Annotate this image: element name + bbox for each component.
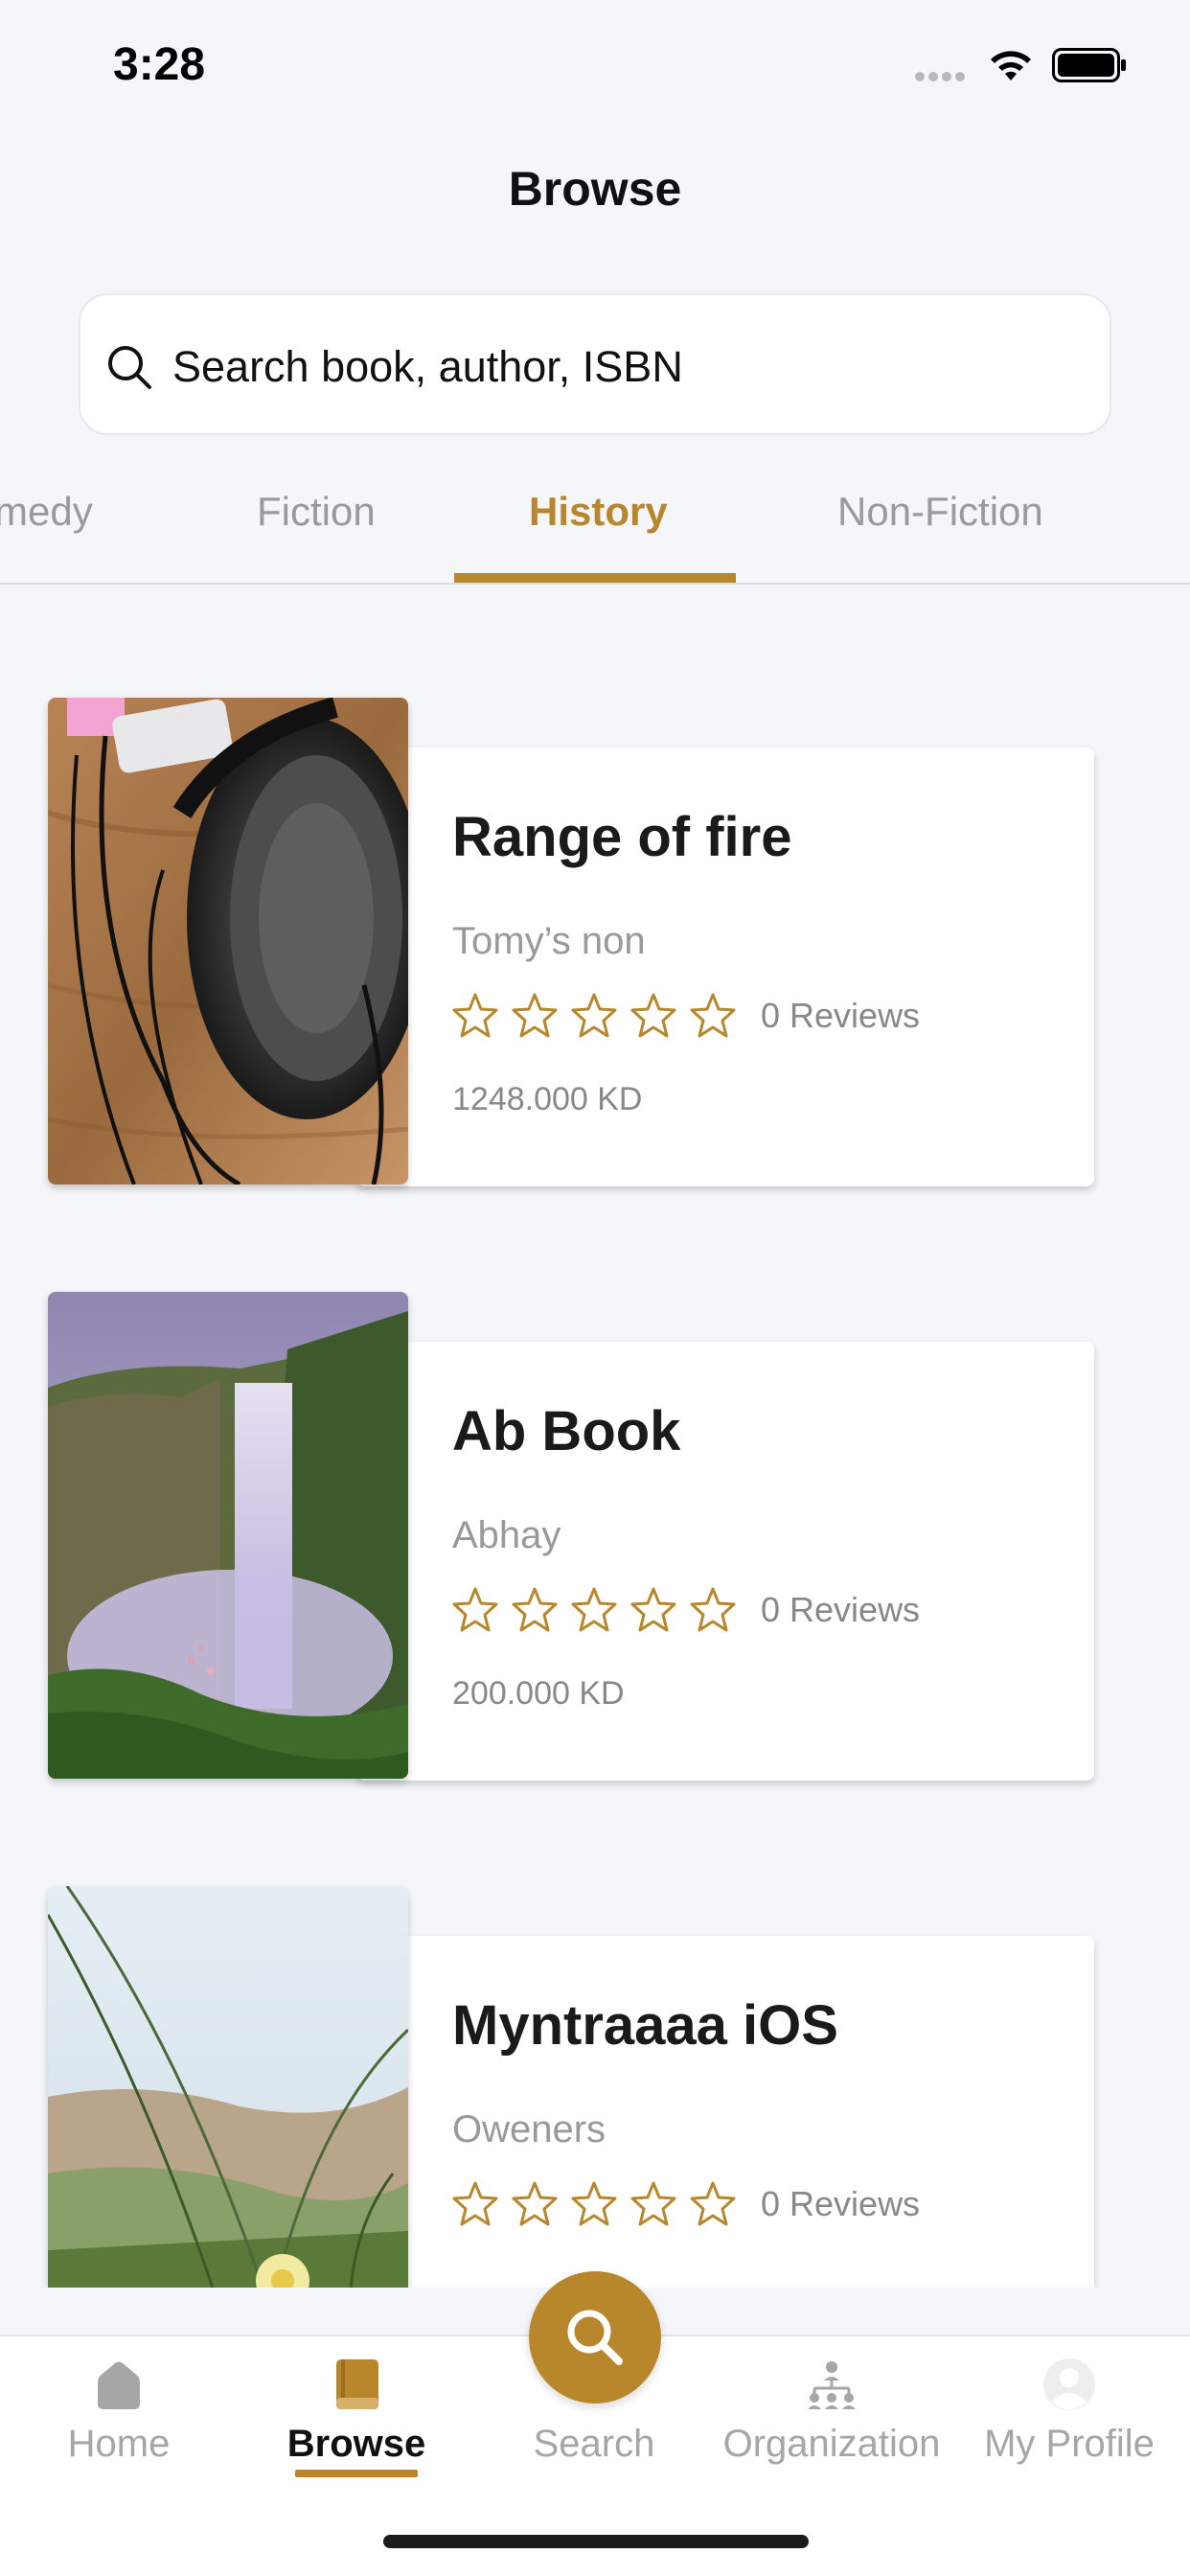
tab-non-fiction[interactable]: Non-Fiction	[837, 489, 1043, 535]
battery-icon	[1052, 48, 1126, 82]
status-bar: 3:28	[0, 0, 1190, 125]
search-fab-button[interactable]	[529, 2271, 661, 2404]
tab-history[interactable]: History	[529, 489, 668, 535]
organization-icon	[808, 2361, 856, 2409]
search-icon	[567, 2310, 623, 2365]
star-icon	[690, 1587, 736, 1632]
tab-browse-label: Browse	[286, 2423, 426, 2465]
book-author: Abhay	[452, 1514, 561, 1556]
star-icon	[690, 993, 736, 1038]
star-icon	[630, 2181, 676, 2226]
wifi-icon	[991, 51, 1031, 80]
tab-active-indicator	[454, 573, 736, 583]
search-icon	[108, 346, 151, 389]
star-icon	[452, 1587, 498, 1632]
tab-search-label: Search	[533, 2423, 655, 2465]
profile-icon	[1043, 2358, 1095, 2410]
book-author: Oweners	[452, 2108, 606, 2150]
tab-my-profile-label: My Profile	[984, 2423, 1155, 2465]
book-title: Range of fire	[452, 806, 792, 868]
reviews-count: 0 Reviews	[761, 1590, 921, 1629]
search-input[interactable]	[172, 334, 1073, 401]
book-cover-flower[interactable]	[48, 1886, 408, 2288]
tab-home[interactable]: Home	[4, 2356, 234, 2466]
star-icon	[512, 1587, 558, 1632]
search-bar[interactable]	[79, 293, 1111, 435]
tab-browse[interactable]: Browse	[241, 2356, 471, 2477]
book-list[interactable]: Range of fire Tomy’s non 0 Reviews 1248.…	[0, 586, 1190, 2288]
category-tabs: medy Fiction History Non-Fiction	[0, 470, 1190, 585]
book-price: 200.000 KD	[452, 1675, 625, 1712]
book-cover-headphones[interactable]	[48, 698, 408, 1184]
star-icon	[512, 993, 558, 1038]
star-icon	[571, 1587, 617, 1632]
star-icon	[630, 993, 676, 1038]
book-rating: 0 Reviews	[450, 2175, 920, 2233]
book-title: Myntraaaa iOS	[452, 1994, 838, 2057]
star-icon	[690, 2181, 736, 2226]
home-icon	[98, 2361, 140, 2409]
star-icon	[571, 993, 617, 1038]
book-icon	[336, 2359, 378, 2409]
home-indicator	[383, 2535, 809, 2548]
book-card[interactable]: Ab Book Abhay 0 Reviews 200.000 KD	[48, 1292, 1144, 1781]
book-card[interactable]: Myntraaaa iOS Oweners 0 Reviews	[48, 1886, 1144, 2288]
book-title: Ab Book	[452, 1400, 681, 1462]
book-rating: 0 Reviews	[450, 1581, 920, 1639]
star-icon	[452, 2181, 498, 2226]
tab-organization-label: Organization	[722, 2423, 941, 2465]
status-time: 3:28	[113, 39, 206, 90]
book-author: Tomy’s non	[452, 920, 646, 962]
reviews-count: 0 Reviews	[761, 2184, 921, 2223]
tab-active-indicator	[295, 2470, 418, 2477]
tab-home-label: Home	[67, 2423, 171, 2465]
book-price: 1248.000 KD	[452, 1081, 643, 1117]
reviews-count: 0 Reviews	[761, 996, 921, 1035]
book-rating: 0 Reviews	[450, 987, 920, 1045]
star-icon	[452, 993, 498, 1038]
tab-organization[interactable]: Organization	[717, 2356, 947, 2466]
tab-my-profile[interactable]: My Profile	[954, 2356, 1184, 2466]
book-card[interactable]: Range of fire Tomy’s non 0 Reviews 1248.…	[48, 698, 1144, 1186]
star-icon	[571, 2181, 617, 2226]
star-icon	[630, 1587, 676, 1632]
page-title: Browse	[508, 162, 682, 216]
cellular-signal-icon	[915, 69, 971, 81]
tab-comedy[interactable]: medy	[0, 489, 93, 535]
book-cover-waterfall[interactable]	[48, 1292, 408, 1779]
tab-fiction[interactable]: Fiction	[257, 489, 376, 535]
star-icon	[512, 2181, 558, 2226]
